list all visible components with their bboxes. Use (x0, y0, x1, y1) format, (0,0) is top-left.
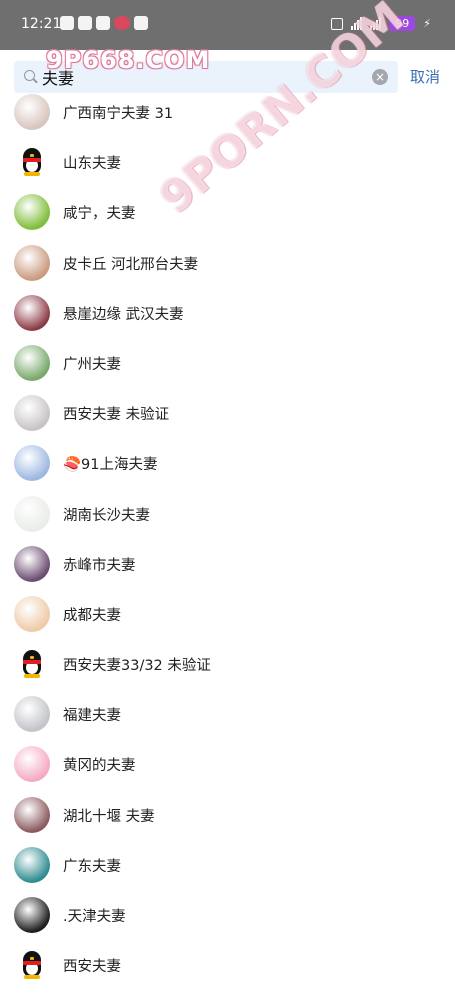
contact-name: 黄冈的夫妻 (63, 758, 136, 775)
qq-penguin-avatar (14, 144, 50, 181)
contact-name: 悬崖边缘 武汉夫妻 (63, 306, 184, 323)
contact-name: .天津夫妻 (63, 909, 126, 925)
contact-name: 🍣91上海夫妻 (63, 457, 158, 474)
avatar (14, 294, 50, 331)
contact-row[interactable]: 皮卡丘 河北邢台夫妻 (0, 238, 455, 288)
result-list: 广西南宁夫妻 31 山东夫妻咸宁，夫妻皮卡丘 河北邢台夫妻 悬崖边缘 武汉夫妻 广州夫… (0, 87, 455, 990)
contact-name: 山东夫妻 (63, 156, 121, 173)
avatar (14, 796, 50, 833)
contact-name: 咸宁，夫妻 (63, 206, 136, 223)
avatar (14, 94, 50, 130)
avatar (14, 344, 50, 381)
contact-row[interactable]: .天津夫妻 (0, 890, 455, 940)
status-time: 12:21 (21, 16, 62, 32)
contact-name: 西安夫妻 未验证 (63, 407, 170, 424)
avatar (14, 746, 50, 783)
contact-row[interactable]: 黄冈的夫妻 (0, 739, 455, 789)
status-app-icons (60, 16, 148, 30)
contact-name: 广东夫妻 (63, 858, 121, 875)
contact-row[interactable]: 悬崖边缘 武汉夫妻 (0, 288, 455, 338)
game-icon (134, 16, 148, 30)
contact-row[interactable]: 🍣91上海夫妻 (0, 438, 455, 488)
contact-name: 福建夫妻 (63, 708, 121, 725)
avatar (14, 395, 50, 432)
search-icon (24, 70, 35, 81)
avatar (14, 545, 50, 582)
avatar (14, 846, 50, 883)
qq-penguin-avatar (14, 646, 50, 683)
contact-name: 湖南长沙夫妻 (63, 507, 150, 524)
contact-row[interactable]: 福建夫妻 (0, 689, 455, 739)
contact-name: 皮卡丘 河北邢台夫妻 (63, 256, 199, 273)
weibo-icon (114, 16, 130, 30)
contact-name: 成都夫妻 (63, 607, 121, 624)
contact-row[interactable]: 西安夫妻 (0, 940, 455, 990)
contact-row[interactable]: 成都夫妻 (0, 589, 455, 639)
app-icon (96, 16, 110, 30)
contact-row[interactable]: 西安夫妻33/32 未验证 (0, 639, 455, 689)
charging-icon: ⚡ (423, 17, 431, 30)
avatar (14, 696, 50, 733)
avatar (14, 595, 50, 632)
contact-name: 西安夫妻33/32 未验证 (63, 658, 211, 675)
qq-penguin-avatar (14, 947, 50, 984)
cancel-button[interactable]: 取消 (410, 66, 440, 87)
watermark: 9P668.COM (46, 46, 211, 74)
avatar (14, 445, 50, 482)
contact-row[interactable]: 湖南长沙夫妻 (0, 489, 455, 539)
clear-icon[interactable]: × (372, 69, 388, 85)
contact-row[interactable]: 咸宁，夫妻 (0, 187, 455, 237)
contact-row[interactable]: 西安夫妻 未验证 (0, 388, 455, 438)
tiktok-icon (78, 16, 92, 30)
contact-name: 赤峰市夫妻 (63, 557, 136, 574)
avatar (14, 244, 50, 281)
contact-name: 湖北十堰 夫妻 (63, 808, 155, 825)
contact-name: 西安夫妻 (63, 959, 121, 976)
contact-row[interactable]: 赤峰市夫妻 (0, 539, 455, 589)
avatar (14, 897, 50, 933)
contact-row[interactable]: 广州夫妻 (0, 338, 455, 388)
avatar (14, 194, 50, 231)
wechat-icon (60, 16, 74, 30)
avatar (14, 495, 50, 532)
contact-name: 广西南宁夫妻 31 (63, 106, 174, 122)
contact-row[interactable]: 广东夫妻 (0, 840, 455, 890)
contact-name: 广州夫妻 (63, 356, 121, 373)
contact-row[interactable]: 湖北十堰 夫妻 (0, 790, 455, 840)
